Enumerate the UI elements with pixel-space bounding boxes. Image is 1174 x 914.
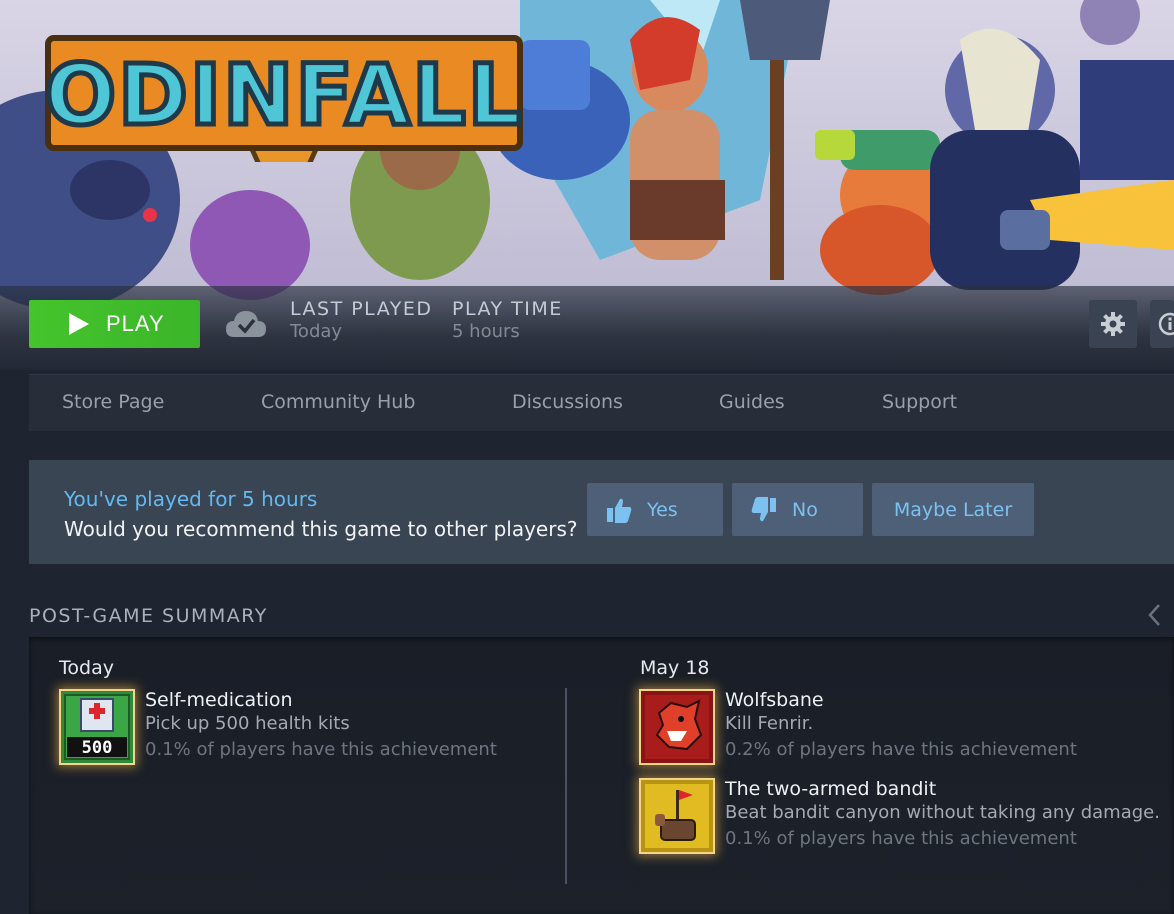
game-logo: ODINFALL — [44, 35, 524, 162]
play-button-label: PLAY — [106, 311, 165, 336]
no-button[interactable]: No — [732, 483, 863, 536]
nav-community-hub[interactable]: Community Hub — [261, 391, 415, 413]
svg-text:500: 500 — [82, 738, 113, 758]
play-time-label: PLAY TIME — [452, 298, 563, 320]
gear-icon — [1101, 312, 1125, 336]
play-time-stat: PLAY TIME 5 hours — [452, 298, 563, 342]
summary-date-right: May 18 — [640, 657, 710, 679]
nav-discussions[interactable]: Discussions — [512, 391, 623, 413]
recommend-question: Would you recommend this game to other p… — [64, 517, 578, 541]
nav-guides[interactable]: Guides — [719, 391, 785, 413]
last-played-value: Today — [290, 321, 343, 342]
health-kit-500-icon: 500 — [59, 689, 135, 765]
thumbs-down-icon — [751, 496, 776, 521]
summary-divider — [565, 688, 567, 884]
last-played-label: LAST PLAYED — [290, 298, 433, 320]
no-label: No — [792, 498, 818, 521]
game-nav-bar: Store Page Community Hub Discussions Gui… — [29, 374, 1174, 431]
yes-button[interactable]: Yes — [587, 483, 723, 536]
wolf-head-icon — [639, 689, 715, 765]
play-icon — [69, 313, 89, 335]
achievement-percent: 0.1% of players have this achievement — [145, 739, 497, 760]
achievement-desc: Pick up 500 health kits — [145, 713, 350, 734]
thumbs-up-icon — [607, 498, 632, 523]
last-played-stat: LAST PLAYED Today — [290, 298, 432, 342]
post-game-summary-title: POST-GAME SUMMARY — [29, 605, 268, 627]
achievement-name: Wolfsbane — [725, 689, 824, 711]
summary-date-left: Today — [59, 657, 114, 679]
chevron-left-icon[interactable] — [1144, 600, 1164, 630]
achievement-name: Self-medication — [145, 689, 293, 711]
nav-support[interactable]: Support — [882, 391, 957, 413]
maybe-later-label: Maybe Later — [893, 498, 1013, 521]
achievement-name: The two-armed bandit — [725, 778, 937, 800]
nav-store-page[interactable]: Store Page — [62, 391, 164, 413]
play-time-value: 5 hours — [452, 321, 520, 342]
recommend-panel: You've played for 5 hours Would you reco… — [29, 460, 1174, 564]
achievement-desc: Kill Fenrir. — [725, 713, 814, 734]
achievement-percent: 0.2% of players have this achievement — [725, 739, 1077, 760]
bandit-flag-icon — [639, 778, 715, 854]
yes-label: Yes — [647, 498, 678, 521]
played-hours-text: You've played for 5 hours — [64, 487, 318, 511]
play-button[interactable]: PLAY — [29, 300, 200, 348]
maybe-later-button[interactable]: Maybe Later — [872, 483, 1034, 536]
info-icon — [1158, 312, 1174, 336]
info-button[interactable] — [1150, 300, 1174, 348]
settings-button[interactable] — [1089, 300, 1137, 348]
cloud-sync-icon[interactable] — [224, 305, 268, 345]
post-game-summary-panel — [29, 637, 1174, 914]
achievement-percent: 0.1% of players have this achievement — [725, 828, 1077, 849]
achievement-desc: Beat bandit canyon without taking any da… — [725, 802, 1160, 823]
logo-text: ODINFALL — [45, 46, 524, 144]
